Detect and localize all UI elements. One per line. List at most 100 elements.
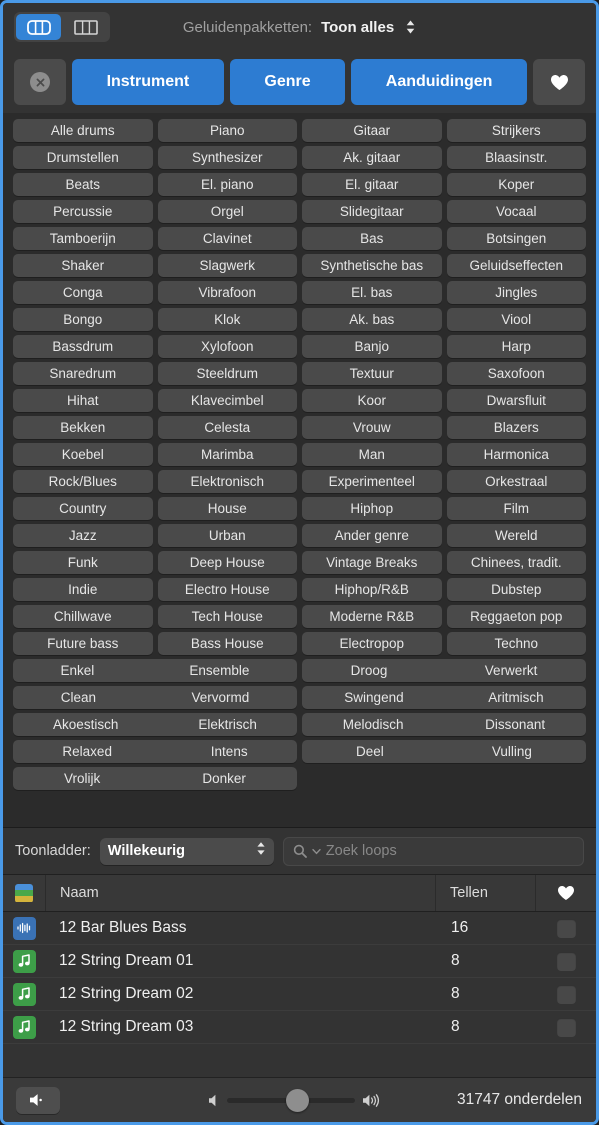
tag-button[interactable]: Marimba — [157, 443, 297, 466]
tag-button[interactable]: Elektrisch — [198, 717, 257, 732]
tag-button[interactable]: Film — [446, 497, 586, 520]
tag-button[interactable]: Slidegitaar — [302, 200, 442, 223]
tag-button[interactable]: Urban — [157, 524, 297, 547]
tag-button[interactable]: Vulling — [492, 744, 532, 759]
table-row[interactable]: 12 String Dream 02 8 — [3, 978, 596, 1011]
tag-button[interactable]: Akoestisch — [53, 717, 118, 732]
tag-button[interactable]: Ensemble — [189, 663, 249, 678]
tag-button[interactable]: Future bass — [13, 632, 153, 655]
loop-favorite-cell[interactable] — [536, 951, 596, 971]
tag-button[interactable]: Viool — [446, 308, 586, 331]
volume-slider[interactable] — [227, 1088, 355, 1112]
search-field[interactable]: Zoek loops — [282, 836, 584, 866]
tag-button[interactable]: Indie — [13, 578, 153, 601]
tag-button[interactable]: Clavinet — [157, 227, 297, 250]
tag-button[interactable]: Clean — [61, 690, 96, 705]
tag-button[interactable]: Man — [302, 443, 442, 466]
tag-button[interactable]: Steeldrum — [157, 362, 297, 385]
volume-slider-knob[interactable] — [286, 1088, 309, 1112]
tag-button[interactable]: Tech House — [157, 605, 297, 628]
tag-button[interactable]: Orkestraal — [446, 470, 586, 493]
loop-favorite-cell[interactable] — [536, 918, 596, 938]
tag-button[interactable]: Chinees, tradit. — [446, 551, 586, 574]
tag-button[interactable]: El. piano — [157, 173, 297, 196]
tag-button[interactable]: Orgel — [157, 200, 297, 223]
tag-button[interactable]: Xylofoon — [157, 335, 297, 358]
preview-speaker-button[interactable] — [16, 1086, 60, 1114]
loop-favorite-cell[interactable] — [536, 1017, 596, 1037]
tag-button[interactable]: Ak. gitaar — [302, 146, 442, 169]
favorite-checkbox[interactable] — [556, 984, 576, 1004]
column-header-icon[interactable] — [3, 875, 46, 911]
tag-button[interactable]: Droog — [351, 663, 388, 678]
tag-button[interactable]: Geluidseffecten — [446, 254, 586, 277]
tag-button[interactable]: Aritmisch — [488, 690, 544, 705]
tag-button[interactable]: Strijkers — [446, 119, 586, 142]
tag-button[interactable]: Dwarsfluit — [446, 389, 586, 412]
tag-button[interactable]: Deel — [356, 744, 384, 759]
tag-button[interactable]: Bas — [302, 227, 442, 250]
tag-button[interactable]: Slagwerk — [157, 254, 297, 277]
list-view-button[interactable] — [63, 14, 108, 40]
tag-button[interactable]: Snaredrum — [13, 362, 153, 385]
tag-button[interactable]: Celesta — [157, 416, 297, 439]
tag-button[interactable]: Jingles — [446, 281, 586, 304]
tag-button[interactable]: Rock/Blues — [13, 470, 153, 493]
tag-button[interactable]: El. gitaar — [302, 173, 442, 196]
tag-button[interactable]: Synthesizer — [157, 146, 297, 169]
volume-control[interactable] — [208, 1078, 384, 1122]
tag-button[interactable]: Koebel — [13, 443, 153, 466]
tag-button[interactable]: Ak. bas — [302, 308, 442, 331]
tag-button-pair[interactable]: Swingend Aritmisch — [302, 686, 586, 709]
tag-button[interactable]: Hiphop — [302, 497, 442, 520]
table-row[interactable]: 12 String Dream 01 8 — [3, 945, 596, 978]
favorite-checkbox[interactable] — [556, 918, 576, 938]
loop-favorite-cell[interactable] — [536, 984, 596, 1004]
tag-button[interactable]: Bongo — [13, 308, 153, 331]
chevron-down-icon[interactable] — [312, 848, 321, 855]
tag-button[interactable]: Dissonant — [485, 717, 545, 732]
table-row[interactable]: 12 String Dream 03 8 — [3, 1011, 596, 1044]
tag-button[interactable]: Funk — [13, 551, 153, 574]
favorite-checkbox[interactable] — [556, 951, 576, 971]
tag-button[interactable]: Wereld — [446, 524, 586, 547]
tag-button[interactable]: Percussie — [13, 200, 153, 223]
tag-button[interactable]: Dubstep — [446, 578, 586, 601]
tag-button[interactable]: Vervormd — [191, 690, 249, 705]
tag-button[interactable]: Elektronisch — [157, 470, 297, 493]
tag-button-pair[interactable]: Melodisch Dissonant — [302, 713, 586, 736]
tag-button[interactable]: Vrolijk — [64, 771, 100, 786]
tag-button[interactable]: Piano — [157, 119, 297, 142]
tag-button[interactable]: Moderne R&B — [302, 605, 442, 628]
tag-button[interactable]: Bekken — [13, 416, 153, 439]
tag-button[interactable]: Melodisch — [343, 717, 404, 732]
column-header-count[interactable]: Tellen — [436, 875, 536, 911]
tag-button[interactable]: Botsingen — [446, 227, 586, 250]
tag-button[interactable]: Relaxed — [62, 744, 112, 759]
tag-button[interactable]: Enkel — [61, 663, 95, 678]
category-button-instrument[interactable]: Instrument — [72, 59, 224, 105]
scale-popup-button[interactable]: Willekeurig — [99, 837, 274, 865]
tag-button[interactable]: Vrouw — [302, 416, 442, 439]
tag-button[interactable]: Synthetische bas — [302, 254, 442, 277]
tag-button[interactable]: Alle drums — [13, 119, 153, 142]
tag-button-pair[interactable]: Relaxed Intens — [13, 740, 297, 763]
tag-button[interactable]: Klavecimbel — [157, 389, 297, 412]
tag-button[interactable]: Techno — [446, 632, 586, 655]
tag-button[interactable]: Blaasinstr. — [446, 146, 586, 169]
tag-button[interactable]: House — [157, 497, 297, 520]
tag-button[interactable]: Blazers — [446, 416, 586, 439]
tag-button[interactable]: Shaker — [13, 254, 153, 277]
category-button-descriptors[interactable]: Aanduidingen — [351, 59, 527, 105]
chevron-up-down-icon[interactable] — [405, 19, 416, 35]
tag-button[interactable]: Hiphop/R&B — [302, 578, 442, 601]
tag-button[interactable]: Reggaeton pop — [446, 605, 586, 628]
tag-button[interactable]: Vibrafoon — [157, 281, 297, 304]
tag-button-pair[interactable]: Deel Vulling — [302, 740, 586, 763]
tag-button[interactable]: Donker — [202, 771, 246, 786]
tag-button[interactable]: Textuur — [302, 362, 442, 385]
tag-button[interactable]: Verwerkt — [485, 663, 538, 678]
sound-packs-value[interactable]: Toon alles — [321, 19, 394, 36]
category-button-genre[interactable]: Genre — [229, 59, 346, 105]
tag-button[interactable]: Bassdrum — [13, 335, 153, 358]
